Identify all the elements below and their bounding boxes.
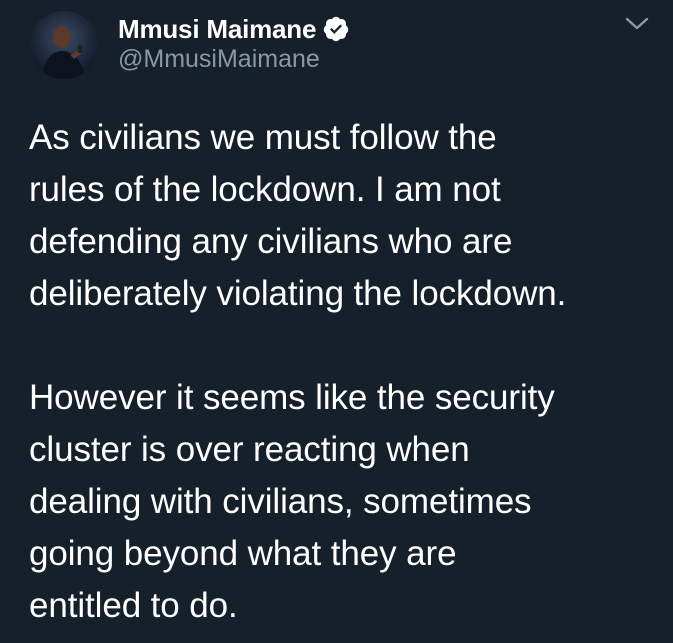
- tweet-paragraph: However it seems like the security clust…: [29, 372, 659, 632]
- tweet-text-line: going beyond what they are: [29, 534, 457, 573]
- verified-badge-icon: [322, 15, 350, 43]
- tweet-text-line: As civilians we must follow the: [29, 118, 497, 157]
- tweet-paragraph: As civilians we must follow the rules of…: [29, 112, 659, 320]
- tweet-text-line: rules of the lockdown. I am not: [29, 170, 501, 209]
- tweet-text-line: deliberately violating the lockdown.: [29, 274, 567, 313]
- avatar-image: [30, 11, 98, 79]
- tweet-text-line: entitled to do.: [29, 586, 238, 625]
- avatar[interactable]: [30, 11, 98, 79]
- tweet-text-line: However it seems like the security: [29, 378, 555, 417]
- tweet-text-line: cluster is over reacting when: [29, 430, 470, 469]
- tweet-text: As civilians we must follow the rules of…: [29, 112, 659, 632]
- display-name[interactable]: Mmusi Maimane: [118, 14, 316, 45]
- chevron-down-icon[interactable]: [624, 15, 650, 33]
- tweet-text-line: dealing with civilians, sometimes: [29, 482, 532, 521]
- user-handle[interactable]: @MmusiMaimane: [118, 45, 320, 74]
- tweet-text-line: defending any civilians who are: [29, 222, 513, 261]
- author-row: Mmusi Maimane: [118, 12, 350, 46]
- tweet-card: Mmusi Maimane @MmusiMaimane As civilians…: [0, 0, 673, 643]
